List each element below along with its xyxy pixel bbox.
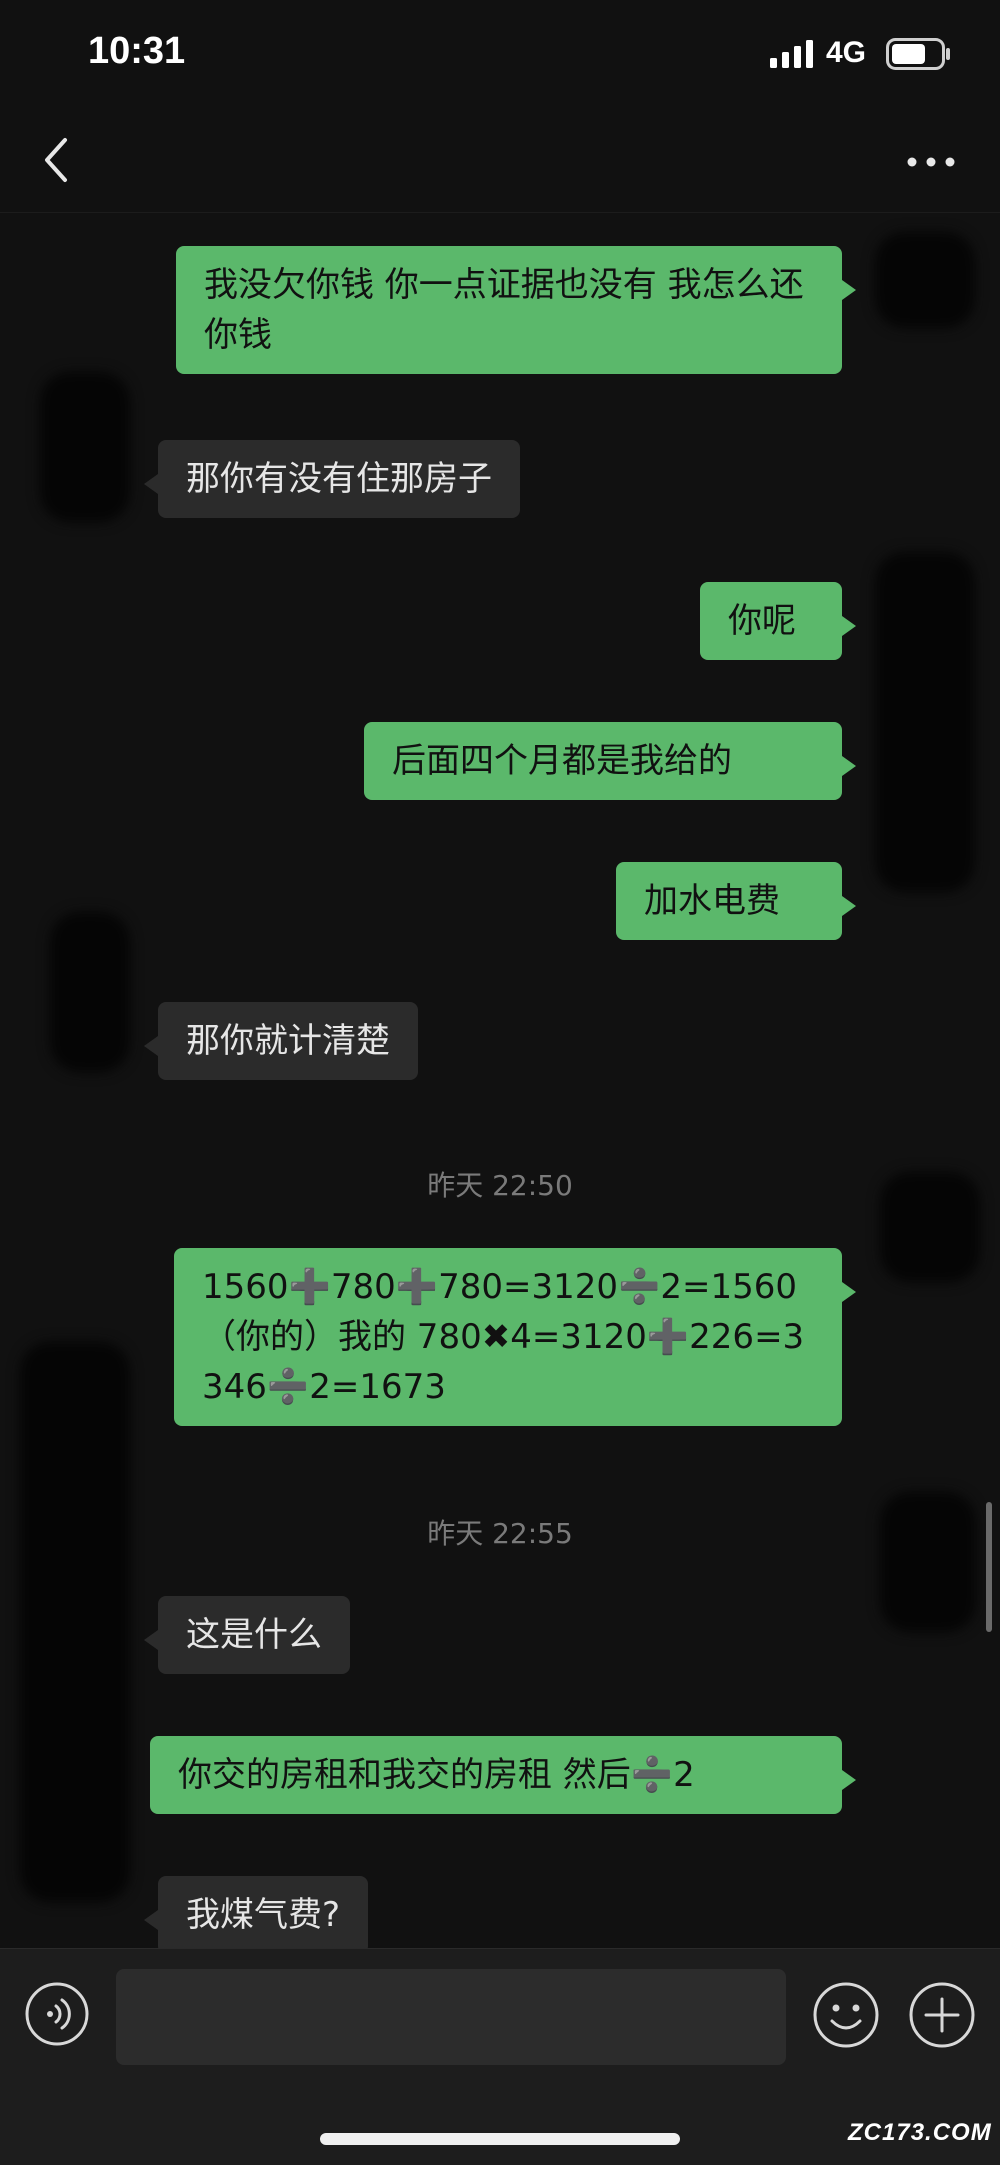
message-bubble-received[interactable]: 那你就计清楚 (144, 1002, 418, 1080)
message-text: 加水电费 (644, 881, 780, 921)
message-bubble-received[interactable]: 这是什么 (144, 1596, 350, 1674)
message-bubble-received[interactable]: 我煤气费? (143, 1876, 369, 1948)
message-bubble-sent[interactable]: 我没欠你钱 你一点证据也没有 我怎么还你钱 (176, 246, 856, 374)
voice-icon (25, 1982, 89, 2046)
message-timestamp: 昨天 22:55 (427, 1517, 573, 1550)
redacted-avatar (875, 232, 975, 328)
voice-input-button[interactable] (24, 1981, 90, 2047)
add-more-button[interactable] (908, 1981, 976, 2049)
message-bubble-sent[interactable]: 加水电费 (616, 862, 856, 940)
message-text: 后面四个月都是我给的 (392, 741, 732, 781)
message-bubble-sent[interactable]: 你交的房租和我交的房租 然后➗2 (150, 1736, 856, 1814)
message-bubble-received[interactable]: 那你有没有住那房子 (144, 440, 520, 518)
message-input-bar: ZC173.COM (0, 1948, 1000, 2165)
redacted-avatar (40, 372, 130, 522)
chat-header (0, 110, 1000, 213)
redacted-avatar (20, 1342, 130, 1902)
redacted-avatar (875, 552, 975, 892)
message-timestamp: 昨天 22:50 (427, 1169, 573, 1202)
battery-icon (886, 38, 950, 70)
back-button[interactable] (26, 130, 86, 190)
network-label: 4G (826, 36, 867, 69)
status-bar: 10:31 4G (0, 0, 1000, 110)
message-text: 1560➕780➕780=3120➗2=1560 （你的）我的 780✖4=31… (202, 1267, 805, 1407)
watermark: ZC173.COM (848, 2119, 992, 2146)
add-icon (909, 1982, 975, 2048)
emoji-icon (813, 1982, 879, 2048)
chat-message-list[interactable]: 我没欠你钱 你一点证据也没有 我怎么还你钱 那你有没有住那房子 你呢 后面四个月… (0, 212, 1000, 1948)
message-text: 我没欠你钱 你一点证据也没有 我怎么还你钱 (204, 265, 804, 355)
message-bubble-sent[interactable]: 后面四个月都是我给的 (364, 722, 856, 800)
message-bubble-sent[interactable]: 1560➕780➕780=3120➗2=1560 （你的）我的 780✖4=31… (174, 1248, 856, 1426)
message-text: 你呢 (728, 601, 796, 641)
message-text: 我煤气费? (186, 1895, 341, 1935)
message-text: 那你就计清楚 (186, 1021, 390, 1061)
more-options-button[interactable] (898, 132, 964, 192)
more-dots-icon (907, 157, 955, 167)
redacted-avatar (50, 912, 130, 1072)
scrollbar[interactable] (986, 1502, 992, 1632)
message-text: 你交的房租和我交的房租 然后➗2 (178, 1755, 695, 1795)
message-text: 那你有没有住那房子 (186, 459, 492, 499)
message-bubble-sent[interactable]: 你呢 (700, 582, 856, 660)
message-text: 这是什么 (186, 1615, 322, 1655)
signal-icon (770, 40, 813, 68)
back-chevron-icon (45, 138, 67, 182)
message-input[interactable] (116, 1969, 786, 2065)
home-indicator[interactable] (320, 2133, 680, 2145)
emoji-button[interactable] (812, 1981, 880, 2049)
status-time: 10:31 (88, 30, 186, 72)
